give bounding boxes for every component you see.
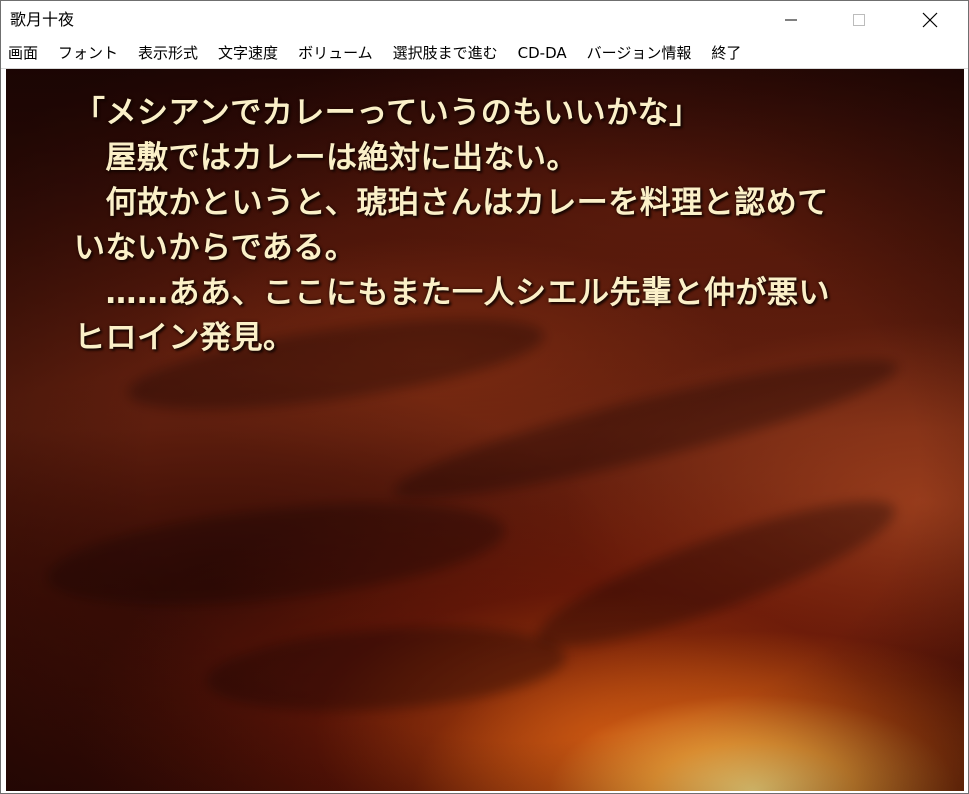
dialogue-line: 何故かというと、琥珀さんはカレーを料理と認めて	[74, 185, 829, 221]
menu-cd-da[interactable]: CD-DA	[508, 39, 577, 68]
dialogue-line: 「メシアンでカレーっていうのもいいかな」	[74, 95, 701, 131]
menu-skip-to-choice[interactable]: 選択肢まで進む	[383, 39, 508, 68]
menu-exit[interactable]: 終了	[701, 39, 751, 68]
close-button[interactable]	[895, 1, 965, 39]
title-bar[interactable]: 歌月十夜	[1, 1, 968, 39]
minimize-icon	[785, 19, 797, 21]
menu-volume[interactable]: ボリューム	[288, 39, 383, 68]
dialogue-line: ……ああ、ここにもまた一人シエル先輩と仲が悪い	[74, 275, 830, 311]
cloud-streak	[525, 476, 907, 672]
close-icon	[922, 12, 938, 28]
menu-screen[interactable]: 画面	[1, 39, 48, 68]
menu-bar: 画面 フォント 表示形式 文字速度 ボリューム 選択肢まで進む CD-DA バー…	[1, 39, 968, 69]
maximize-icon	[853, 14, 865, 26]
menu-font[interactable]: フォント	[48, 39, 128, 68]
dialogue-text: 「メシアンでカレーっていうのもいいかな」 屋敷ではカレーは絶対に出ない。 何故か…	[74, 91, 914, 361]
window-edge	[964, 69, 968, 791]
minimize-button[interactable]	[756, 1, 826, 39]
cloud-streak	[42, 485, 510, 623]
menu-version-info[interactable]: バージョン情報	[577, 39, 702, 68]
dialogue-line: 屋敷ではカレーは絶対に出ない。	[74, 140, 578, 176]
menu-text-speed[interactable]: 文字速度	[208, 39, 288, 68]
game-scene[interactable]: 「メシアンでカレーっていうのもいいかな」 屋敷ではカレーは絶対に出ない。 何故か…	[6, 69, 964, 791]
window-title: 歌月十夜	[10, 10, 75, 29]
cloud-streak	[203, 616, 569, 722]
menu-display-format[interactable]: 表示形式	[128, 39, 208, 68]
dialogue-line: ヒロイン発見。	[74, 320, 295, 356]
maximize-button[interactable]	[824, 1, 894, 39]
game-window: 歌月十夜 画面 フォント 表示形式 文字速度 ボリューム 選択肢まで進む CD-…	[0, 0, 969, 794]
dialogue-line: いないからである。	[74, 230, 357, 266]
